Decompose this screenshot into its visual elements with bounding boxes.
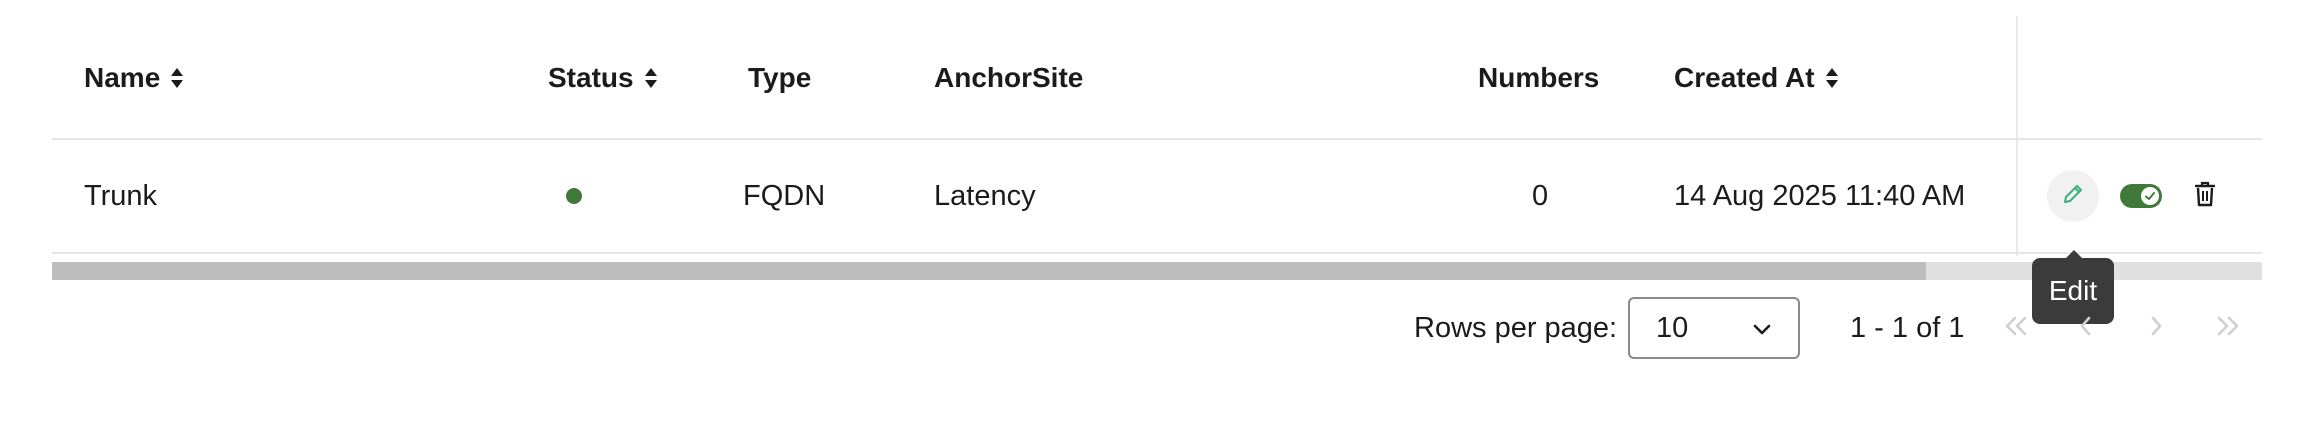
trash-icon [2194,181,2216,212]
enable-toggle[interactable] [2120,184,2162,208]
next-page-button[interactable] [2138,310,2174,346]
tooltip-arrow [2066,250,2082,258]
column-header-label: AnchorSite [934,62,1084,93]
previous-page-button[interactable] [2068,310,2104,346]
table-container: Name Status Type AnchorSite Numbers Crea… [0,0,2306,426]
horizontal-scrollbar-thumb[interactable] [52,262,1926,280]
column-header-label: Type [748,62,812,93]
toggle-on-icon [2141,187,2159,205]
double-chevron-left-icon [2002,314,2030,343]
column-header-name[interactable]: Name [84,58,184,98]
column-header-numbers: Numbers [1478,58,1599,98]
column-header-type: Type [748,58,811,98]
sort-icon[interactable] [1825,66,1839,90]
cell-numbers: 0 [1532,179,1549,212]
header-divider [52,138,2262,140]
actions-column-divider [2016,16,2018,256]
column-header-label: Numbers [1478,62,1600,93]
cell-type: FQDN [743,179,826,212]
pencil-icon [2061,182,2085,211]
column-header-status[interactable]: Status [548,58,658,98]
double-chevron-right-icon [2214,314,2242,343]
cell-anchorsite: Latency [934,179,1036,212]
rows-per-page-select[interactable]: 10 [1628,297,1800,359]
cell-name: Trunk [84,179,158,212]
delete-button[interactable] [2190,180,2220,212]
sort-icon[interactable] [170,66,184,90]
column-header-created-at[interactable]: Created At [1674,58,1839,98]
rows-per-page-value: 10 [1656,311,1689,344]
row-divider [52,252,2262,254]
edit-button[interactable] [2047,170,2099,222]
chevron-left-icon [2076,314,2096,343]
cell-created-at: 14 Aug 2025 11:40 AM [1674,179,1966,212]
column-header-label: Created At [1674,62,1815,93]
column-header-label: Status [548,62,634,93]
pagination-range: 1 - 1 of 1 [1850,311,1965,344]
chevron-right-icon [2146,314,2166,343]
last-page-button[interactable] [2210,310,2246,346]
first-page-button[interactable] [1998,310,2034,346]
sort-icon[interactable] [644,66,658,90]
rows-per-page-label: Rows per page: [1414,311,1618,344]
status-indicator [566,188,582,204]
column-header-label: Name [84,62,161,93]
column-header-anchorsite: AnchorSite [934,58,1083,98]
chevron-down-icon [1752,312,1772,345]
